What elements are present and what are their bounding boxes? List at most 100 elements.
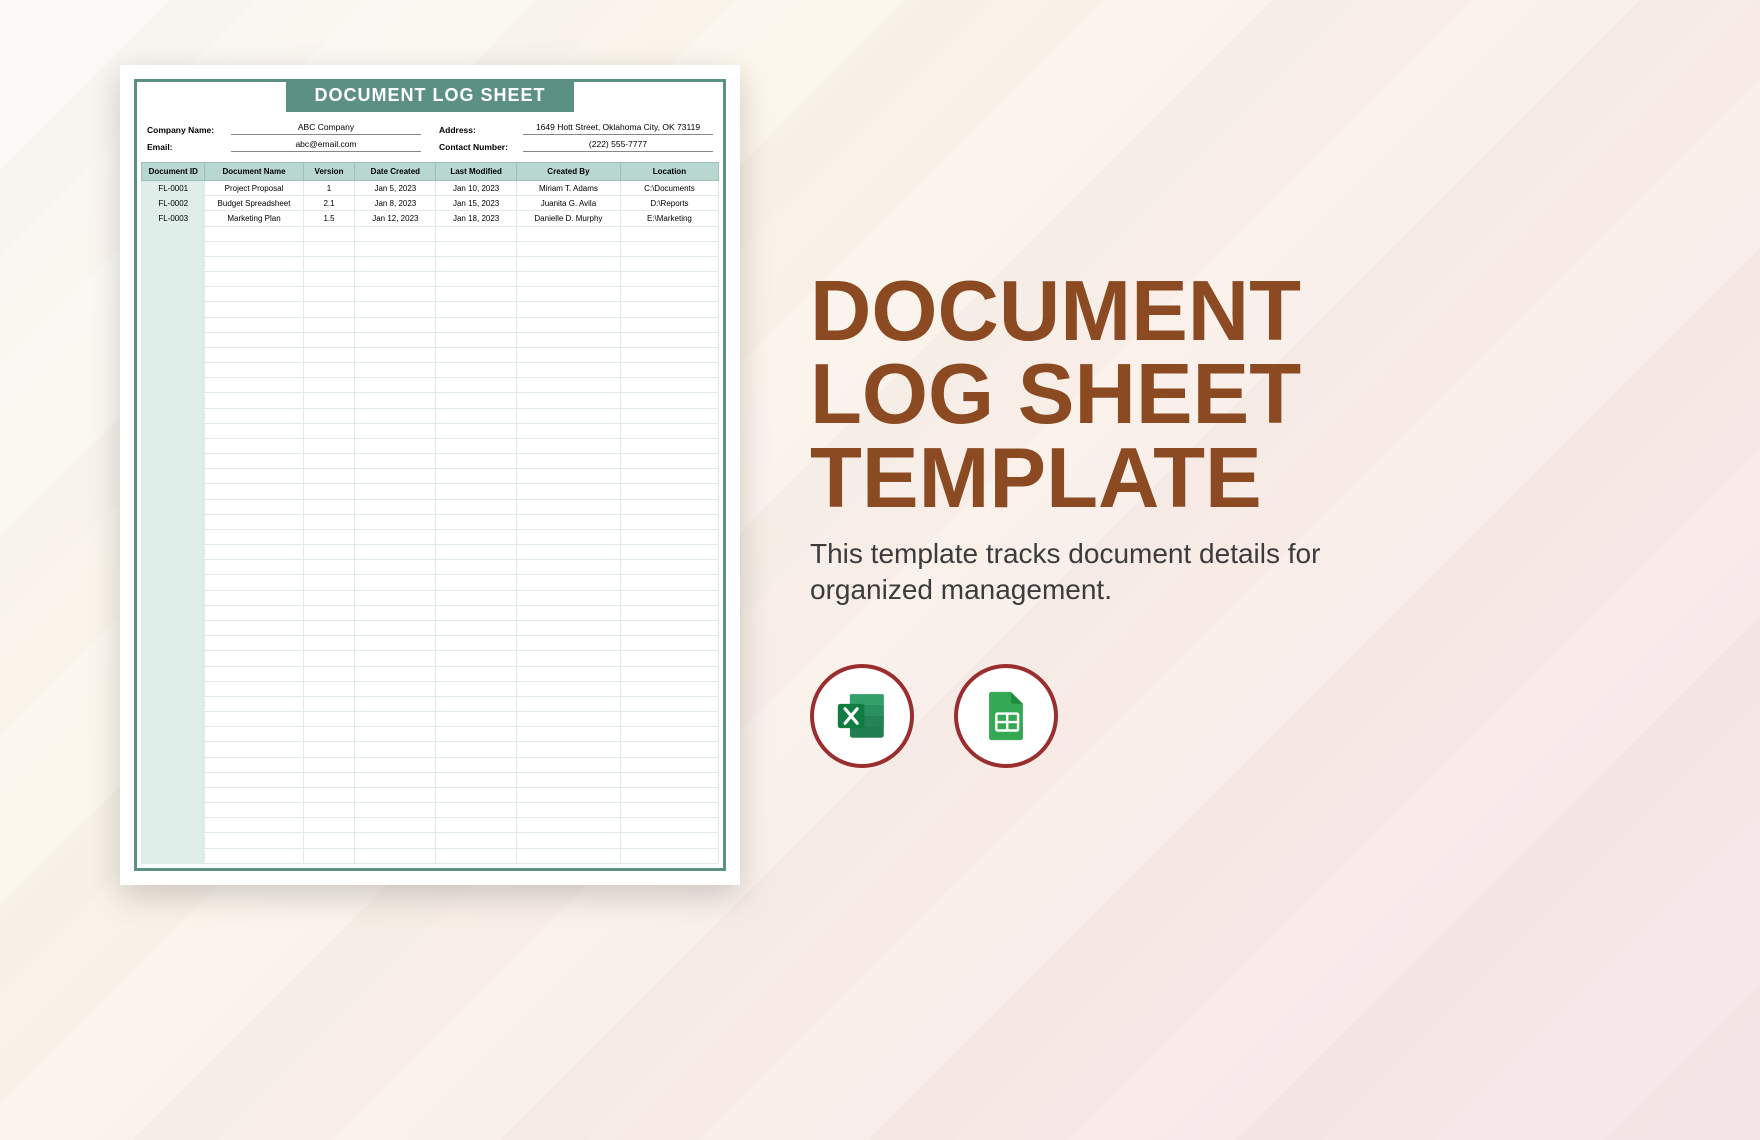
table-cell-empty <box>436 696 517 711</box>
table-cell-empty <box>205 393 303 408</box>
table-cell-empty <box>303 712 355 727</box>
table-row-empty <box>142 454 719 469</box>
document-preview: DOCUMENT LOG SHEET Company Name: ABC Com… <box>120 65 740 885</box>
table-row-empty <box>142 712 719 727</box>
table-cell-empty <box>620 514 718 529</box>
table-cell-empty <box>436 514 517 529</box>
table-cell-empty <box>436 272 517 287</box>
table-cell-empty <box>303 757 355 772</box>
table-cell-empty <box>303 347 355 362</box>
table-cell-empty <box>355 423 436 438</box>
table-cell-empty <box>517 469 621 484</box>
table-cell-empty <box>436 499 517 514</box>
table-cell-empty <box>436 833 517 848</box>
table-cell: Jan 15, 2023 <box>436 196 517 211</box>
table-cell-empty <box>436 438 517 453</box>
table-cell-empty <box>205 666 303 681</box>
table-row-empty <box>142 363 719 378</box>
table-cell-empty <box>436 363 517 378</box>
table-cell-empty <box>355 545 436 560</box>
table-cell-empty <box>517 545 621 560</box>
table-cell-empty <box>142 514 205 529</box>
table-cell-empty <box>436 393 517 408</box>
table-cell-empty <box>142 393 205 408</box>
excel-icon[interactable] <box>810 664 914 768</box>
table-cell-empty <box>205 757 303 772</box>
table-cell-empty <box>205 727 303 742</box>
table-cell-empty <box>620 332 718 347</box>
table-cell-empty <box>620 241 718 256</box>
table-cell-empty <box>303 256 355 271</box>
table-cell-empty <box>436 529 517 544</box>
table-cell-empty <box>517 484 621 499</box>
table-cell-empty <box>355 727 436 742</box>
table-cell-empty <box>355 818 436 833</box>
table-cell-empty <box>142 499 205 514</box>
table-cell-empty <box>620 287 718 302</box>
table-cell-empty <box>436 712 517 727</box>
table-cell-empty <box>355 742 436 757</box>
google-sheets-icon[interactable] <box>954 664 1058 768</box>
log-table-wrap: Document IDDocument NameVersionDate Crea… <box>137 162 723 868</box>
table-cell-empty <box>517 818 621 833</box>
table-cell: Jan 18, 2023 <box>436 211 517 226</box>
table-cell-empty <box>142 742 205 757</box>
table-cell-empty <box>620 560 718 575</box>
table-cell-empty <box>303 803 355 818</box>
table-cell: 1.5 <box>303 211 355 226</box>
table-cell-empty <box>303 317 355 332</box>
table-cell-empty <box>436 241 517 256</box>
table-cell-empty <box>436 332 517 347</box>
table-row: FL-0001Project Proposal1Jan 5, 2023Jan 1… <box>142 181 719 196</box>
table-cell-empty <box>303 681 355 696</box>
table-cell-empty <box>303 620 355 635</box>
table-cell-empty <box>620 545 718 560</box>
table-cell-empty <box>620 529 718 544</box>
table-cell-empty <box>620 272 718 287</box>
sheet-title: DOCUMENT LOG SHEET <box>286 79 573 112</box>
table-cell-empty <box>142 226 205 241</box>
table-cell-empty <box>620 484 718 499</box>
table-cell-empty <box>303 302 355 317</box>
table-cell-empty <box>436 256 517 271</box>
table-cell-empty <box>142 363 205 378</box>
table-cell-empty <box>142 408 205 423</box>
table-cell-empty <box>517 241 621 256</box>
field-company: Company Name: ABC Company <box>147 122 421 135</box>
table-cell-empty <box>436 727 517 742</box>
table-cell-empty <box>436 681 517 696</box>
table-cell-empty <box>436 575 517 590</box>
table-cell-empty <box>517 499 621 514</box>
table-cell-empty <box>142 803 205 818</box>
table-cell-empty <box>436 469 517 484</box>
table-cell-empty <box>142 696 205 711</box>
table-cell-empty <box>303 226 355 241</box>
table-cell-empty <box>355 256 436 271</box>
table-cell-empty <box>517 317 621 332</box>
table-cell-empty <box>620 833 718 848</box>
table-cell-empty <box>205 696 303 711</box>
table-cell-empty <box>355 605 436 620</box>
table-cell-empty <box>355 287 436 302</box>
table-cell-empty <box>205 742 303 757</box>
table-cell-empty <box>205 408 303 423</box>
table-cell-empty <box>205 256 303 271</box>
table-row-empty <box>142 347 719 362</box>
table-cell-empty <box>355 529 436 544</box>
table-cell-empty <box>355 454 436 469</box>
table-cell-empty <box>205 529 303 544</box>
table-row-empty <box>142 272 719 287</box>
table-cell-empty <box>620 848 718 863</box>
promo-title-line2: LOG SHEET <box>810 347 1301 442</box>
table-cell-empty <box>620 438 718 453</box>
table-cell-empty <box>142 347 205 362</box>
table-cell-empty <box>142 605 205 620</box>
table-cell-empty <box>205 605 303 620</box>
table-cell: C:\Documents <box>620 181 718 196</box>
table-cell-empty <box>142 302 205 317</box>
table-cell: 2.1 <box>303 196 355 211</box>
table-row-empty <box>142 772 719 787</box>
table-row: FL-0003Marketing Plan1.5Jan 12, 2023Jan … <box>142 211 719 226</box>
table-cell-empty <box>355 833 436 848</box>
table-cell-empty <box>355 332 436 347</box>
